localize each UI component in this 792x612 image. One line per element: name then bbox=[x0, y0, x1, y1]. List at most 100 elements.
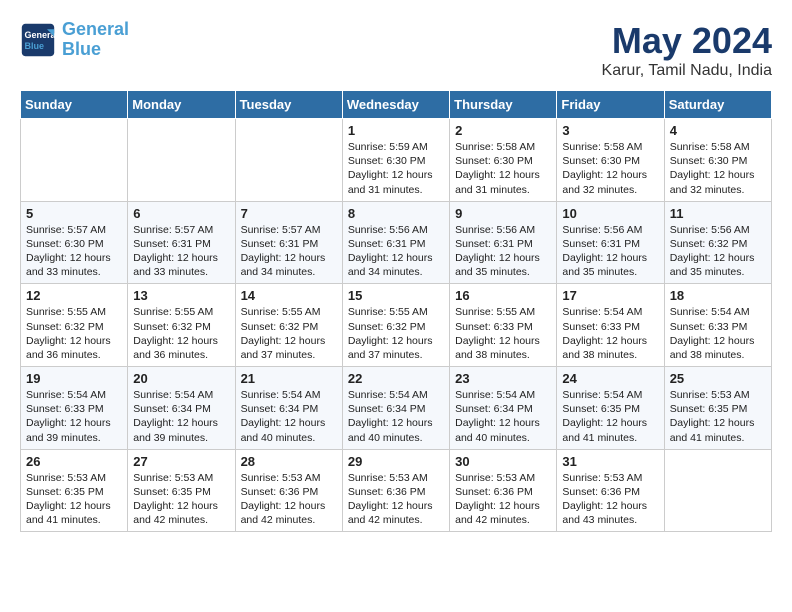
day-number: 1 bbox=[348, 123, 444, 138]
day-number: 8 bbox=[348, 206, 444, 221]
calendar-cell: 22 Sunrise: 5:54 AM Sunset: 6:34 PM Dayli… bbox=[342, 367, 449, 450]
day-info: Sunrise: 5:54 AM Sunset: 6:34 PM Dayligh… bbox=[241, 388, 337, 445]
weekday-header: Tuesday bbox=[235, 91, 342, 119]
day-info: Sunrise: 5:54 AM Sunset: 6:33 PM Dayligh… bbox=[26, 388, 122, 445]
calendar-cell: 1 Sunrise: 5:59 AM Sunset: 6:30 PM Daylig… bbox=[342, 119, 449, 202]
logo-icon: General Blue bbox=[20, 22, 56, 58]
weekday-header: Monday bbox=[128, 91, 235, 119]
day-number: 9 bbox=[455, 206, 551, 221]
title-block: May 2024 Karur, Tamil Nadu, India bbox=[602, 20, 772, 80]
day-number: 13 bbox=[133, 288, 229, 303]
calendar-cell: 14 Sunrise: 5:55 AM Sunset: 6:32 PM Dayli… bbox=[235, 284, 342, 367]
calendar-table: SundayMondayTuesdayWednesdayThursdayFrid… bbox=[20, 90, 772, 532]
calendar-cell: 24 Sunrise: 5:54 AM Sunset: 6:35 PM Dayli… bbox=[557, 367, 664, 450]
calendar-cell: 19 Sunrise: 5:54 AM Sunset: 6:33 PM Dayli… bbox=[21, 367, 128, 450]
calendar-cell: 15 Sunrise: 5:55 AM Sunset: 6:32 PM Dayli… bbox=[342, 284, 449, 367]
day-info: Sunrise: 5:57 AM Sunset: 6:31 PM Dayligh… bbox=[241, 223, 337, 280]
calendar-cell: 29 Sunrise: 5:53 AM Sunset: 6:36 PM Dayli… bbox=[342, 449, 449, 532]
day-number: 30 bbox=[455, 454, 551, 469]
day-info: Sunrise: 5:53 AM Sunset: 6:36 PM Dayligh… bbox=[455, 471, 551, 528]
day-number: 24 bbox=[562, 371, 658, 386]
page-header: General Blue GeneralBlue May 2024 Karur,… bbox=[20, 20, 772, 80]
day-info: Sunrise: 5:57 AM Sunset: 6:31 PM Dayligh… bbox=[133, 223, 229, 280]
calendar-week-row: 5Sunrise: 5:57 AM Sunset: 6:30 PM Daylig… bbox=[21, 201, 772, 284]
day-info: Sunrise: 5:54 AM Sunset: 6:35 PM Dayligh… bbox=[562, 388, 658, 445]
calendar-cell bbox=[128, 119, 235, 202]
day-number: 18 bbox=[670, 288, 766, 303]
calendar-cell: 11Sunrise: 5:56 AM Sunset: 6:32 PM Dayli… bbox=[664, 201, 771, 284]
day-number: 4 bbox=[670, 123, 766, 138]
day-number: 25 bbox=[670, 371, 766, 386]
day-number: 7 bbox=[241, 206, 337, 221]
day-number: 5 bbox=[26, 206, 122, 221]
calendar-cell: 13 Sunrise: 5:55 AM Sunset: 6:32 PM Dayli… bbox=[128, 284, 235, 367]
day-info: Sunrise: 5:54 AM Sunset: 6:34 PM Dayligh… bbox=[348, 388, 444, 445]
calendar-cell: 30 Sunrise: 5:53 AM Sunset: 6:36 PM Dayli… bbox=[450, 449, 557, 532]
calendar-week-row: 19 Sunrise: 5:54 AM Sunset: 6:33 PM Dayli… bbox=[21, 367, 772, 450]
calendar-cell: 3 Sunrise: 5:58 AM Sunset: 6:30 PM Daylig… bbox=[557, 119, 664, 202]
calendar-cell: 10Sunrise: 5:56 AM Sunset: 6:31 PM Dayli… bbox=[557, 201, 664, 284]
day-info: Sunrise: 5:55 AM Sunset: 6:32 PM Dayligh… bbox=[348, 305, 444, 362]
day-info: Sunrise: 5:54 AM Sunset: 6:33 PM Dayligh… bbox=[562, 305, 658, 362]
day-number: 10 bbox=[562, 206, 658, 221]
day-number: 27 bbox=[133, 454, 229, 469]
day-number: 2 bbox=[455, 123, 551, 138]
day-info: Sunrise: 5:53 AM Sunset: 6:35 PM Dayligh… bbox=[670, 388, 766, 445]
day-info: Sunrise: 5:54 AM Sunset: 6:33 PM Dayligh… bbox=[670, 305, 766, 362]
calendar-cell bbox=[21, 119, 128, 202]
day-info: Sunrise: 5:55 AM Sunset: 6:32 PM Dayligh… bbox=[133, 305, 229, 362]
day-info: Sunrise: 5:54 AM Sunset: 6:34 PM Dayligh… bbox=[455, 388, 551, 445]
day-number: 12 bbox=[26, 288, 122, 303]
day-number: 21 bbox=[241, 371, 337, 386]
day-info: Sunrise: 5:55 AM Sunset: 6:32 PM Dayligh… bbox=[241, 305, 337, 362]
day-number: 14 bbox=[241, 288, 337, 303]
day-number: 22 bbox=[348, 371, 444, 386]
calendar-cell bbox=[235, 119, 342, 202]
day-number: 11 bbox=[670, 206, 766, 221]
day-number: 28 bbox=[241, 454, 337, 469]
day-number: 16 bbox=[455, 288, 551, 303]
weekday-header: Saturday bbox=[664, 91, 771, 119]
month-title: May 2024 bbox=[602, 20, 772, 62]
calendar-cell: 6 Sunrise: 5:57 AM Sunset: 6:31 PM Daylig… bbox=[128, 201, 235, 284]
calendar-cell: 17 Sunrise: 5:54 AM Sunset: 6:33 PM Dayli… bbox=[557, 284, 664, 367]
day-info: Sunrise: 5:53 AM Sunset: 6:36 PM Dayligh… bbox=[562, 471, 658, 528]
calendar-cell: 18 Sunrise: 5:54 AM Sunset: 6:33 PM Dayli… bbox=[664, 284, 771, 367]
day-number: 17 bbox=[562, 288, 658, 303]
day-info: Sunrise: 5:59 AM Sunset: 6:30 PM Dayligh… bbox=[348, 140, 444, 197]
calendar-cell: 4 Sunrise: 5:58 AM Sunset: 6:30 PM Daylig… bbox=[664, 119, 771, 202]
calendar-cell: 28Sunrise: 5:53 AM Sunset: 6:36 PM Dayli… bbox=[235, 449, 342, 532]
day-number: 31 bbox=[562, 454, 658, 469]
weekday-header-row: SundayMondayTuesdayWednesdayThursdayFrid… bbox=[21, 91, 772, 119]
calendar-cell: 31 Sunrise: 5:53 AM Sunset: 6:36 PM Dayli… bbox=[557, 449, 664, 532]
calendar-cell: 25 Sunrise: 5:53 AM Sunset: 6:35 PM Dayli… bbox=[664, 367, 771, 450]
day-info: Sunrise: 5:56 AM Sunset: 6:31 PM Dayligh… bbox=[348, 223, 444, 280]
calendar-week-row: 26 Sunrise: 5:53 AM Sunset: 6:35 PM Dayli… bbox=[21, 449, 772, 532]
calendar-cell: 9Sunrise: 5:56 AM Sunset: 6:31 PM Daylig… bbox=[450, 201, 557, 284]
day-number: 23 bbox=[455, 371, 551, 386]
calendar-cell: 8 Sunrise: 5:56 AM Sunset: 6:31 PM Daylig… bbox=[342, 201, 449, 284]
day-info: Sunrise: 5:58 AM Sunset: 6:30 PM Dayligh… bbox=[670, 140, 766, 197]
logo: General Blue GeneralBlue bbox=[20, 20, 129, 60]
logo-text: GeneralBlue bbox=[62, 20, 129, 60]
day-info: Sunrise: 5:58 AM Sunset: 6:30 PM Dayligh… bbox=[455, 140, 551, 197]
day-info: Sunrise: 5:53 AM Sunset: 6:36 PM Dayligh… bbox=[348, 471, 444, 528]
calendar-cell: 21 Sunrise: 5:54 AM Sunset: 6:34 PM Dayli… bbox=[235, 367, 342, 450]
calendar-cell: 12Sunrise: 5:55 AM Sunset: 6:32 PM Dayli… bbox=[21, 284, 128, 367]
day-number: 15 bbox=[348, 288, 444, 303]
weekday-header: Friday bbox=[557, 91, 664, 119]
weekday-header: Sunday bbox=[21, 91, 128, 119]
day-info: Sunrise: 5:58 AM Sunset: 6:30 PM Dayligh… bbox=[562, 140, 658, 197]
calendar-cell: 7 Sunrise: 5:57 AM Sunset: 6:31 PM Daylig… bbox=[235, 201, 342, 284]
day-number: 3 bbox=[562, 123, 658, 138]
day-info: Sunrise: 5:54 AM Sunset: 6:34 PM Dayligh… bbox=[133, 388, 229, 445]
location: Karur, Tamil Nadu, India bbox=[602, 62, 772, 80]
day-info: Sunrise: 5:53 AM Sunset: 6:35 PM Dayligh… bbox=[26, 471, 122, 528]
day-number: 6 bbox=[133, 206, 229, 221]
svg-text:Blue: Blue bbox=[25, 41, 45, 51]
calendar-cell: 5Sunrise: 5:57 AM Sunset: 6:30 PM Daylig… bbox=[21, 201, 128, 284]
calendar-cell: 23 Sunrise: 5:54 AM Sunset: 6:34 PM Dayli… bbox=[450, 367, 557, 450]
day-number: 26 bbox=[26, 454, 122, 469]
day-number: 29 bbox=[348, 454, 444, 469]
day-number: 19 bbox=[26, 371, 122, 386]
